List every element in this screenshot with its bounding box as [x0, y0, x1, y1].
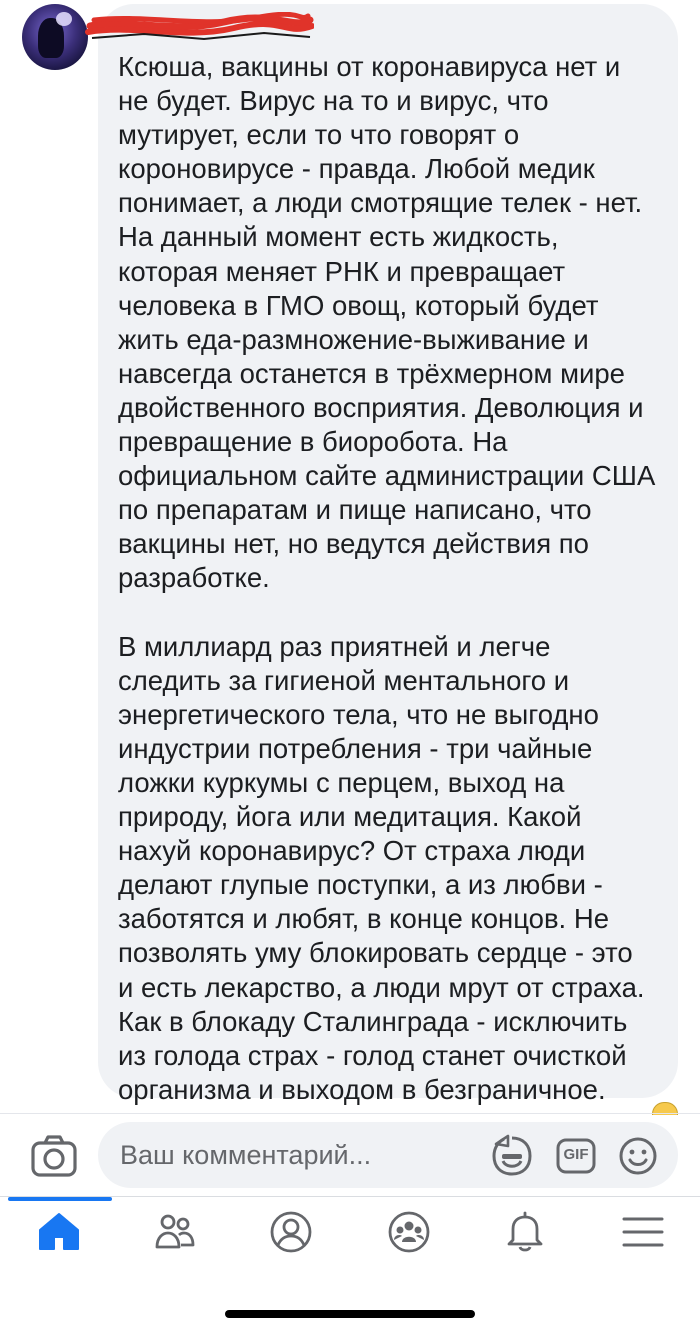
bell-icon[interactable] — [502, 1209, 548, 1255]
profile-icon[interactable] — [268, 1209, 314, 1255]
comment-paragraph-1: Ксюша, вакцины от коронавируса нет и не … — [118, 51, 656, 594]
bottom-tab-bar — [0, 1196, 700, 1267]
gif-icon[interactable]: GIF — [554, 1134, 598, 1178]
comment-input-placeholder: Ваш комментарий... — [120, 1140, 372, 1170]
avatar[interactable] — [22, 4, 88, 70]
divider — [0, 1113, 700, 1114]
comment-paragraph-2: В миллиард раз приятней и легче следить … — [118, 630, 645, 1105]
active-tab-indicator — [8, 1197, 112, 1201]
redacted-author-name — [85, 12, 314, 41]
comment-screen: Ксюша, вакцины от коронавируса нет и не … — [0, 0, 700, 1331]
emoji-icon[interactable] — [616, 1134, 660, 1178]
groups-icon[interactable] — [386, 1209, 432, 1255]
home-indicator[interactable] — [225, 1310, 475, 1318]
menu-icon[interactable] — [620, 1209, 666, 1255]
gif-label: GIF — [563, 1146, 589, 1163]
comment-input[interactable]: Ваш комментарий... GIF — [98, 1122, 678, 1188]
friends-icon[interactable] — [152, 1209, 198, 1255]
sticker-icon[interactable] — [490, 1134, 534, 1178]
camera-icon[interactable] — [30, 1134, 78, 1178]
home-icon[interactable] — [36, 1209, 82, 1255]
comment-text: Ксюша, вакцины от коронавируса нет и не … — [118, 50, 670, 1107]
